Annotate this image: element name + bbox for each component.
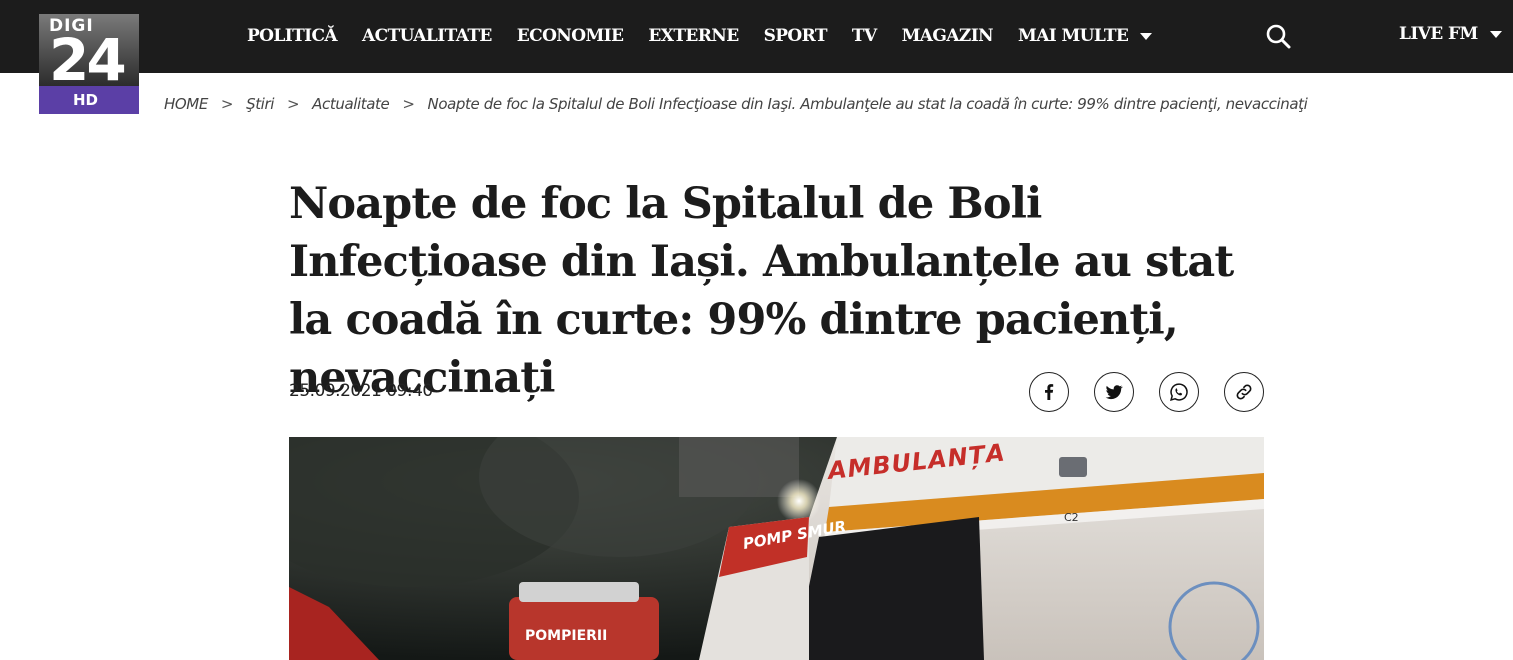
breadcrumb-separator: > xyxy=(402,95,415,113)
live-fm-label: LIVE FM xyxy=(1399,24,1478,44)
pompieri-label: POMPIERII xyxy=(525,628,607,644)
whatsapp-icon xyxy=(1170,383,1188,401)
nav-item-sport[interactable]: SPORT xyxy=(764,26,828,46)
twitter-icon xyxy=(1105,385,1123,400)
digi24-logo[interactable]: DIGI 24 HD xyxy=(39,14,139,114)
share-whatsapp-button[interactable] xyxy=(1159,372,1199,412)
breadcrumb-separator: > xyxy=(286,95,300,113)
article-hero-image[interactable]: AMBULANȚA C2 POMP SMUR POMPIERII xyxy=(289,437,1264,660)
link-icon xyxy=(1236,384,1252,400)
live-fm-dropdown[interactable]: LIVE FM xyxy=(1399,24,1502,44)
nav-item-economie[interactable]: ECONOMIE xyxy=(517,26,624,46)
search-icon xyxy=(1266,24,1291,49)
breadcrumb: HOME > Ştiri > Actualitate > Noapte de f… xyxy=(164,95,1308,113)
breadcrumb-current: Noapte de foc la Spitalul de Boli Infecţ… xyxy=(427,95,1308,113)
share-copy-link-button[interactable] xyxy=(1224,372,1264,412)
article-date: 25.09.2021 09:40 xyxy=(289,381,433,401)
share-facebook-button[interactable] xyxy=(1029,372,1069,412)
nav-item-externe[interactable]: EXTERNE xyxy=(648,26,739,46)
chevron-down-icon xyxy=(1489,30,1502,38)
nav-item-politica[interactable]: POLITICĂ xyxy=(247,26,338,46)
share-twitter-button[interactable] xyxy=(1094,372,1134,412)
breadcrumb-home[interactable]: HOME xyxy=(164,95,208,113)
breadcrumb-actualitate[interactable]: Actualitate xyxy=(312,95,390,113)
nav-item-magazin[interactable]: MAGAZIN xyxy=(902,26,994,46)
nav-item-actualitate[interactable]: ACTUALITATE xyxy=(362,26,492,46)
logo-24-text: 24 xyxy=(49,26,127,94)
search-button[interactable] xyxy=(1265,23,1293,51)
ambulance-night-photo: AMBULANȚA C2 POMP SMUR POMPIERII xyxy=(289,437,1264,660)
nav-item-tv[interactable]: TV xyxy=(852,26,877,46)
chevron-down-icon xyxy=(1140,32,1153,40)
ambulance-door-tag: C2 xyxy=(1064,511,1079,524)
logo-top-block: DIGI 24 xyxy=(39,14,139,94)
facebook-icon xyxy=(1045,384,1054,400)
mai-multe-label: MAI MULTE xyxy=(1017,26,1129,46)
nav-item-mai-multe[interactable]: MAI MULTE xyxy=(1017,26,1153,46)
logo-hd-badge: HD xyxy=(39,86,139,114)
main-nav: POLITICĂ ACTUALITATE ECONOMIE EXTERNE SP… xyxy=(247,24,1177,48)
breadcrumb-separator: > xyxy=(220,95,234,113)
logo-hd-text: HD xyxy=(73,91,99,109)
breadcrumb-stiri[interactable]: Ştiri xyxy=(246,95,274,113)
